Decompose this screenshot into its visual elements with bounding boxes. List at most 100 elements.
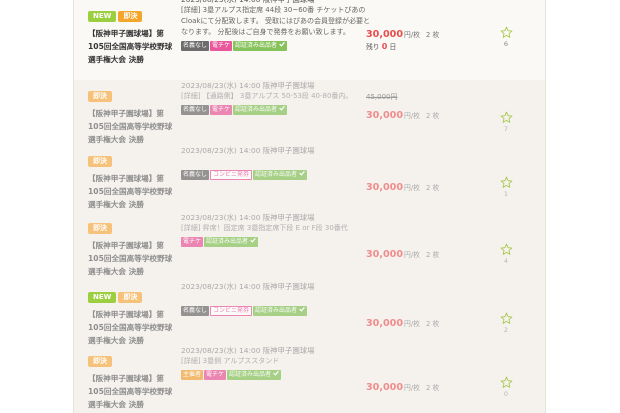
e-ticket-tag: 電チケ bbox=[181, 237, 204, 247]
event-datetime-venue: 2023/08/23(水) 14:00 阪神甲子園球場 bbox=[181, 81, 315, 90]
days-remaining-suffix: 日 bbox=[389, 43, 397, 51]
favorite-button[interactable]: 7 bbox=[494, 111, 518, 134]
listing-panel: NEW即決【阪神甲子園球場】第105回全国高等学校野球選手権大会 決勝2023/… bbox=[73, 0, 546, 413]
star-outline-icon[interactable] bbox=[500, 312, 513, 325]
favorite-count: 1 bbox=[503, 190, 509, 198]
listing-detail-text: [詳細] 3塁側 アルプススタンド bbox=[181, 357, 280, 365]
organizer-tag: 主催者 bbox=[181, 370, 204, 380]
certified-seller-tag: 認証済み出品者 bbox=[233, 105, 288, 115]
price: 30,000 bbox=[366, 249, 404, 260]
listing-detail-text: [詳細] 【通路側】 3塁アルプス 50-53段 40-80番内。 bbox=[181, 92, 353, 100]
listing-badges: NEW 即決 bbox=[88, 11, 174, 25]
listing-badges: 即決 bbox=[88, 356, 174, 370]
listing-details: 2023/08/23(水) 14:00 阪神甲子園球場 名義なし コンビニ発券 認証済… bbox=[181, 145, 371, 189]
no-name-tag: 名義なし bbox=[181, 306, 210, 316]
listing-price-block: 30,000円/枚 2 枚 bbox=[366, 242, 466, 261]
checkmark-icon bbox=[273, 370, 279, 376]
tag-label: 電チケ bbox=[212, 42, 231, 49]
listing-tags: 名義なし 電チケ 認証済み出品者 bbox=[181, 105, 371, 124]
listing-tags: 名義なし コンビニ発券 認証済み出品者 bbox=[181, 170, 371, 189]
event-title[interactable]: 【阪神甲子園球場】第105回全国高等学校野球選手権大会 決勝 bbox=[88, 239, 174, 278]
ticket-quantity: 2 枚 bbox=[426, 184, 440, 192]
star-outline-icon[interactable] bbox=[500, 176, 513, 189]
favorite-count: 6 bbox=[503, 40, 509, 48]
listing-row[interactable]: NEW即決【阪神甲子園球場】第105回全国高等学校野球選手権大会 決勝2023/… bbox=[74, 281, 545, 346]
tag-label: 電チケ bbox=[183, 238, 202, 245]
star-outline-icon[interactable] bbox=[500, 243, 513, 256]
days-remaining: 残り 0 日 bbox=[366, 41, 466, 53]
ticket-quantity: 2 枚 bbox=[426, 320, 440, 328]
tag-label: 電チケ bbox=[212, 106, 231, 113]
tag-label: 電チケ bbox=[206, 371, 225, 378]
favorite-count: 7 bbox=[503, 125, 509, 133]
favorite-count: 2 bbox=[503, 326, 509, 334]
favorite-button[interactable]: 1 bbox=[494, 176, 518, 199]
listing-row[interactable]: NEW即決【阪神甲子園球場】第105回全国高等学校野球選手権大会 決勝2023/… bbox=[74, 0, 545, 81]
tag-label: 認証済み出品者 bbox=[255, 171, 298, 178]
convenience-store-tag: コンビニ発券 bbox=[210, 306, 253, 316]
price: 30,000 bbox=[366, 110, 404, 121]
favorite-button[interactable]: 0 bbox=[494, 376, 518, 399]
tag-label: コンビニ発券 bbox=[213, 171, 250, 178]
instant-buy-badge: 即決 bbox=[88, 91, 112, 102]
star-outline-icon[interactable] bbox=[500, 111, 513, 124]
listing-details: 2023/08/23(水) 14:00 阪神甲子園球場 [詳細] 【通路側】 3塁… bbox=[181, 80, 371, 124]
ticket-quantity: 2 枚 bbox=[426, 251, 440, 259]
instant-buy-badge: 即決 bbox=[88, 156, 112, 167]
price: 30,000 bbox=[366, 318, 404, 329]
event-datetime-venue: 2023/08/23(水) 14:00 阪神甲子園球場 bbox=[181, 146, 315, 155]
no-name-tag: 名義なし bbox=[181, 105, 210, 115]
listing-tags: 主催者 電チケ 認証済み出品者 bbox=[181, 370, 371, 389]
ticket-quantity: 2 枚 bbox=[426, 31, 440, 39]
listing-details: 2023/08/23(水) 14:00 阪神甲子園球場 名義なし コンビニ発券 認証済… bbox=[181, 281, 371, 325]
no-name-tag: 名義なし bbox=[181, 41, 210, 51]
ticket-quantity: 2 枚 bbox=[426, 112, 440, 120]
listing-row[interactable]: 即決 【阪神甲子園球場】第105回全国高等学校野球選手権大会 決勝 2023/08/… bbox=[74, 145, 545, 213]
event-title[interactable]: 【阪神甲子園球場】第105回全国高等学校野球選手権大会 決勝 bbox=[88, 308, 174, 347]
event-title[interactable]: 【阪神甲子園球場】第105回全国高等学校野球選手権大会 決勝 bbox=[88, 107, 174, 146]
listing-row[interactable]: 即決 【阪神甲子園球場】第105回全国高等学校野球選手権大会 決勝 2023/08/… bbox=[74, 80, 545, 146]
listing-price-block: 30,000円/枚 2 枚 bbox=[366, 375, 466, 394]
star-outline-icon[interactable] bbox=[500, 376, 513, 389]
e-ticket-tag: 電チケ bbox=[210, 41, 233, 51]
listing-row[interactable]: 即決 【阪神甲子園球場】第105回全国高等学校野球選手権大会 決勝 2023/08/… bbox=[74, 212, 545, 282]
listing-row[interactable]: 即決【阪神甲子園球場】第105回全国高等学校野球選手権大会 決勝 2023/08/… bbox=[74, 345, 545, 413]
original-price: 45,000円 bbox=[366, 93, 398, 101]
event-title[interactable]: 【阪神甲子園球場】第105回全国高等学校野球選手権大会 決勝 bbox=[88, 172, 174, 211]
instant-buy-badge: 即決 bbox=[118, 292, 143, 303]
event-title[interactable]: 【阪神甲子園球場】第105回全国高等学校野球選手権大会 決勝 bbox=[88, 27, 174, 66]
listing-tags: 電チケ 認証済み出品者 bbox=[181, 237, 371, 256]
favorite-button[interactable]: 6 bbox=[494, 26, 518, 49]
certified-seller-tag: 認証済み出品者 bbox=[253, 306, 308, 316]
listing-details: 2023/08/23(水) 14:00 阪神甲子園球場 [詳細] 昇席！固定席 3… bbox=[181, 212, 371, 256]
event-datetime-venue: 2023/08/23(水) 14:00 阪神甲子園球場 bbox=[181, 282, 315, 291]
event-title[interactable]: 【阪神甲子園球場】第105回全国高等学校野球選手権大会 決勝 bbox=[88, 372, 174, 411]
price-unit: 円/枚 bbox=[404, 251, 420, 259]
no-name-tag: 名義なし bbox=[181, 170, 210, 180]
listing-badges: 即決 bbox=[88, 156, 174, 170]
days-remaining-value: 0 bbox=[381, 42, 388, 51]
convenience-store-tag: コンビニ発券 bbox=[210, 170, 253, 180]
tag-label: 認証済み出品者 bbox=[229, 371, 272, 378]
event-datetime-venue: 2023/08/23(水) 14:00 阪神甲子園球場 bbox=[181, 346, 315, 355]
instant-buy-badge: 即決 bbox=[88, 223, 112, 234]
listing-title-block: NEW 即決【阪神甲子園球場】第105回全国高等学校野球選手権大会 決勝 bbox=[88, 11, 174, 66]
listing-price-block: 45,000円 30,000円/枚 2 枚 bbox=[366, 92, 466, 122]
listing-tags: 名義なし コンビニ発券 認証済み出品者 bbox=[181, 306, 371, 325]
certified-seller-tag: 認証済み出品者 bbox=[227, 370, 282, 380]
listing-badges: 即決 bbox=[88, 223, 174, 237]
favorite-button[interactable]: 4 bbox=[494, 243, 518, 266]
event-datetime-venue: 2023/08/23(水) 14:00 阪神甲子園球場 bbox=[181, 213, 315, 222]
tag-label: 認証済み出品者 bbox=[235, 106, 278, 113]
favorite-count: 4 bbox=[503, 257, 509, 265]
ticket-quantity: 2 枚 bbox=[426, 384, 440, 392]
certified-seller-tag: 認証済み出品者 bbox=[233, 41, 288, 51]
favorite-button[interactable]: 2 bbox=[494, 312, 518, 335]
checkmark-icon bbox=[279, 41, 285, 47]
tag-label: 名義なし bbox=[183, 42, 208, 49]
listing-details: 2023/08/23(水) 14:00 阪神甲子園球場[詳細] 3塁アルプス指定… bbox=[181, 0, 371, 60]
listing-price-block: 30,000円/枚 2 枚残り 0 日 bbox=[366, 22, 466, 53]
tag-label: 名義なし bbox=[183, 307, 208, 314]
star-outline-icon[interactable] bbox=[500, 26, 513, 39]
checkmark-icon bbox=[299, 170, 305, 176]
